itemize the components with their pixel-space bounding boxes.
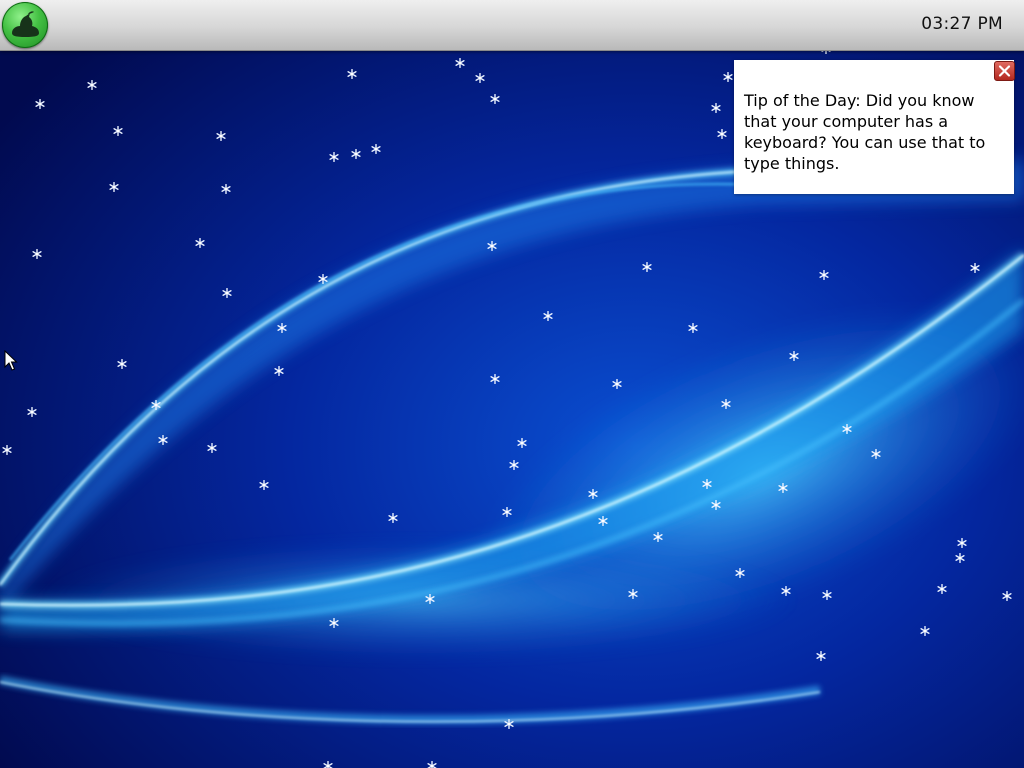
- snowflake-icon: [842, 424, 852, 434]
- snowflake-icon: [642, 262, 652, 272]
- snowflake-icon: [32, 249, 42, 259]
- snowflake-icon: [504, 719, 514, 729]
- close-button[interactable]: [994, 61, 1015, 81]
- snowflake-icon: [425, 594, 435, 604]
- snowflake-icon: [702, 479, 712, 489]
- snowflake-icon: [151, 400, 161, 410]
- snowflake-icon: [653, 532, 663, 542]
- snowflake-icon: [27, 407, 37, 417]
- snowflake-icon: [475, 73, 485, 83]
- snowflake-icon: [222, 288, 232, 298]
- snowflake-icon: [816, 651, 826, 661]
- snowflake-icon: [388, 513, 398, 523]
- snowflake-icon: [318, 274, 328, 284]
- snowflake-icon: [819, 270, 829, 280]
- snowflake-icon: [329, 618, 339, 628]
- snowflake-icon: [612, 379, 622, 389]
- snowflake-icon: [216, 131, 226, 141]
- snowflake-icon: [371, 144, 381, 154]
- snowflake-icon: [781, 586, 791, 596]
- mouse-pointer-icon: [4, 350, 18, 371]
- snowflake-icon: [723, 72, 733, 82]
- snowflake-icon: [207, 443, 217, 453]
- snowflake-icon: [487, 241, 497, 251]
- snowflake-icon: [717, 129, 727, 139]
- tip-of-the-day-popup: Tip of the Day: Did you know that your c…: [734, 60, 1015, 194]
- snowflake-icon: [721, 399, 731, 409]
- snowflake-icon: [778, 483, 788, 493]
- snowflake-icon: [970, 263, 980, 273]
- snowflake-icon: [490, 374, 500, 384]
- snowflake-icon: [259, 480, 269, 490]
- snowflake-icon: [2, 445, 12, 455]
- snowflake-icon: [628, 589, 638, 599]
- snowflake-icon: [117, 359, 127, 369]
- taskbar: 03:27 PM: [0, 0, 1024, 51]
- pear-logo-icon: [12, 11, 39, 37]
- snowflake-icon: [221, 184, 231, 194]
- snowflake-icon: [1002, 591, 1012, 601]
- snowflake-icon: [329, 152, 339, 162]
- snowflake-icon: [351, 149, 361, 159]
- snowflake-icon: [455, 58, 465, 68]
- snowflake-icon: [323, 761, 333, 768]
- tip-text: Tip of the Day: Did you know that your c…: [744, 91, 986, 173]
- snowflake-icon: [822, 590, 832, 600]
- snowflake-icon: [195, 238, 205, 248]
- snowflake-icon: [490, 94, 500, 104]
- snowflake-icon: [871, 449, 881, 459]
- snowflake-icon: [789, 351, 799, 361]
- close-icon: [998, 65, 1011, 77]
- snowflake-icon: [427, 761, 437, 768]
- snowflake-icon: [588, 489, 598, 499]
- snowflake-icon: [955, 553, 965, 563]
- snowflake-icon: [957, 538, 967, 548]
- desktop[interactable]: 03:27 PM Tip of the Day: Did you know th…: [0, 0, 1024, 768]
- snowflake-icon: [277, 323, 287, 333]
- snowflake-icon: [35, 99, 45, 109]
- snowflake-icon: [347, 69, 357, 79]
- snowflake-icon: [711, 103, 721, 113]
- snowflake-icon: [109, 182, 119, 192]
- snowflake-icon: [274, 366, 284, 376]
- snowflake-icon: [543, 311, 553, 321]
- snowflake-icon: [158, 435, 168, 445]
- snowflake-icon: [920, 626, 930, 636]
- snowflake-icon: [502, 507, 512, 517]
- start-button[interactable]: [2, 2, 48, 48]
- snowflake-icon: [87, 80, 97, 90]
- taskbar-clock: 03:27 PM: [921, 14, 1003, 34]
- snowflake-icon: [688, 323, 698, 333]
- snowflake-icon: [509, 460, 519, 470]
- snowflake-icon: [113, 126, 123, 136]
- snowflake-icon: [937, 584, 947, 594]
- snowflake-icon: [735, 568, 745, 578]
- snowflake-icon: [517, 438, 527, 448]
- snowflake-icon: [598, 516, 608, 526]
- snowflake-icon: [711, 500, 721, 510]
